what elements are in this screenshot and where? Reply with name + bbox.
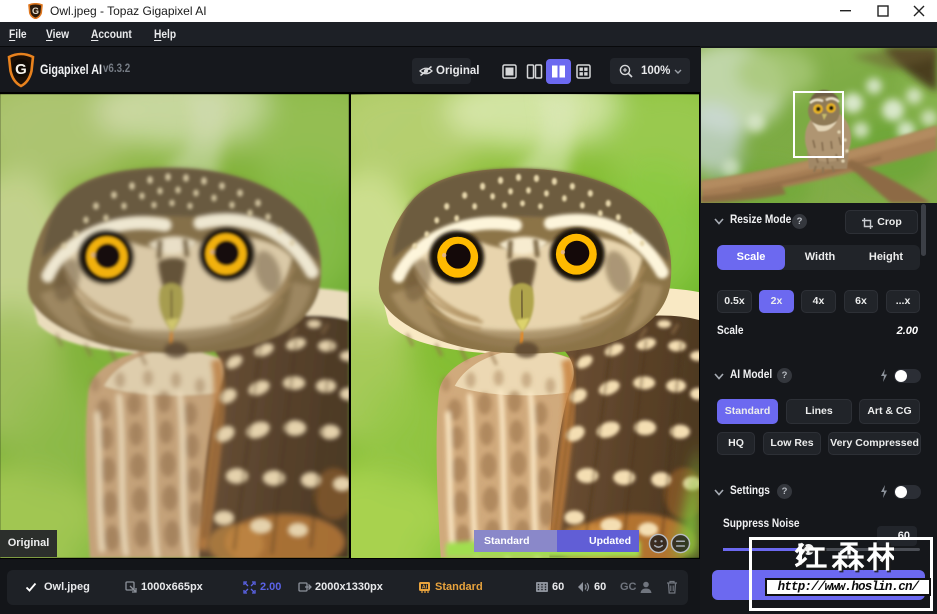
svg-text:G: G <box>32 6 39 16</box>
svg-text:AI: AI <box>422 585 428 591</box>
svg-text:G: G <box>15 61 27 78</box>
